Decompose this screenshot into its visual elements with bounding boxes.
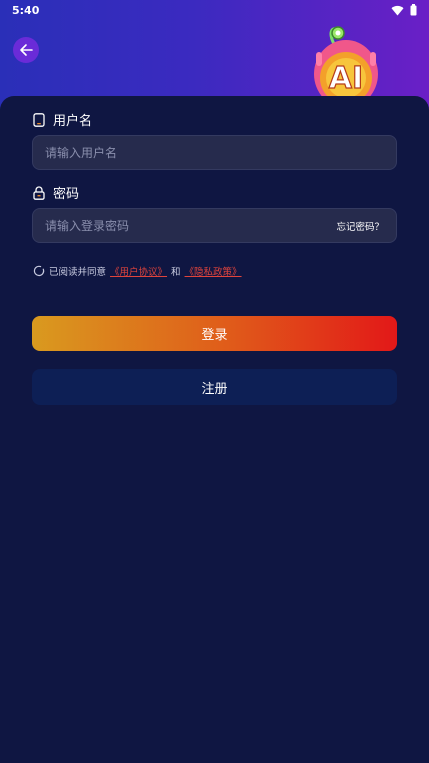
- ai-mascot-logo: AI: [314, 26, 378, 102]
- username-input[interactable]: [45, 145, 384, 160]
- forgot-password-link[interactable]: 忘记密码？: [336, 219, 384, 233]
- agreement-and: 和: [171, 267, 181, 278]
- agreement-row: 已阅读并同意 《用户协议》 和 《隐私政策》: [33, 264, 242, 278]
- status-bar: 5:40: [0, 0, 429, 20]
- lock-icon: [33, 185, 45, 200]
- circle-check-icon[interactable]: [33, 265, 45, 277]
- username-field[interactable]: [32, 135, 397, 170]
- password-field[interactable]: 忘记密码？: [32, 208, 397, 243]
- user-agreement-link[interactable]: 《用户协议》: [110, 264, 167, 278]
- back-button[interactable]: [13, 37, 39, 63]
- agreement-prefix: 已阅读并同意: [49, 267, 107, 278]
- password-input[interactable]: [45, 218, 337, 233]
- register-button[interactable]: 注册: [32, 369, 397, 405]
- battery-icon: [410, 4, 417, 16]
- login-card: 用户名 密码 忘记密码？ 已阅读并同意 《用户协议》 和 《隐私政策》 登录 注…: [0, 96, 429, 763]
- login-button[interactable]: 登录: [32, 316, 397, 351]
- mascot-ai-text: AI: [329, 61, 363, 96]
- status-icons: [391, 4, 417, 16]
- wifi-icon: [391, 5, 404, 16]
- password-label: 密码: [33, 183, 79, 202]
- password-label-text: 密码: [53, 187, 80, 202]
- privacy-policy-link[interactable]: 《隐私政策》: [185, 264, 242, 278]
- username-label-text: 用户名: [53, 114, 93, 129]
- username-label: 用户名: [33, 110, 92, 129]
- status-time: 5:40: [12, 3, 40, 17]
- arrow-left-icon: [20, 44, 33, 56]
- phone-icon: [33, 112, 45, 127]
